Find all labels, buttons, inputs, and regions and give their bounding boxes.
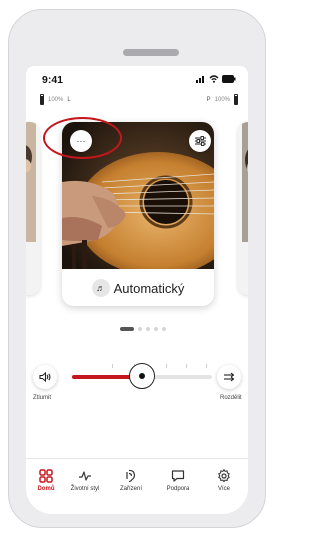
right-battery-icon — [234, 94, 238, 105]
left-side-label: L — [67, 96, 71, 103]
next-card-photo — [238, 122, 248, 295]
volume-tick — [206, 364, 207, 368]
phone-speaker — [123, 49, 179, 56]
split-icon — [224, 372, 235, 382]
wifi-icon — [209, 75, 219, 83]
pager-dot[interactable] — [154, 327, 158, 331]
sliders-icon — [194, 136, 206, 146]
volume-slider-thumb[interactable] — [129, 363, 155, 389]
mute-label: Ztlumit — [33, 395, 51, 401]
right-hearing-aid-battery: P 100% — [207, 94, 238, 105]
tab-home[interactable]: Domů — [26, 469, 67, 492]
tab-more-label: Více — [217, 486, 230, 492]
right-battery-percent: 100% — [214, 96, 230, 103]
volume-tick — [186, 364, 187, 368]
tab-support[interactable]: Podpora — [157, 469, 199, 492]
volume-tick — [112, 364, 113, 368]
hearing-aid-icon — [126, 469, 136, 483]
split-button[interactable] — [217, 365, 241, 389]
mute-button[interactable] — [33, 365, 57, 389]
pager-dot[interactable] — [138, 327, 142, 331]
bottom-tab-bar: Domů Životní styl Zařízení Podpora Více — [26, 458, 248, 514]
annotation-highlight-ring — [43, 117, 122, 159]
tab-more[interactable]: Více — [203, 469, 245, 492]
right-side-label: P — [206, 96, 211, 103]
tab-home-label: Domů — [37, 486, 55, 492]
music-note-icon: ♬ — [91, 279, 110, 297]
previous-program-card[interactable] — [26, 122, 40, 295]
tab-lifestyle-label: Životní styl — [70, 486, 100, 492]
speaker-icon — [39, 372, 51, 382]
volume-tick — [166, 364, 167, 368]
left-battery-percent: 100% — [48, 96, 64, 103]
tab-devices[interactable]: Zařízení — [110, 469, 152, 492]
pager-dot-active[interactable] — [120, 327, 134, 331]
grid-icon — [39, 469, 53, 483]
status-time: 9:41 — [42, 74, 64, 86]
split-label: Rozdělit — [220, 395, 242, 401]
tab-devices-label: Zařízení — [119, 486, 142, 492]
program-label: Automatický — [113, 280, 185, 296]
previous-card-photo — [26, 122, 40, 295]
tab-support-label: Podpora — [166, 486, 190, 492]
program-selector[interactable]: ♬ Automatický — [62, 279, 214, 297]
status-icons — [196, 74, 236, 84]
chat-icon — [171, 470, 185, 482]
signal-icon — [196, 76, 204, 83]
next-program-card[interactable] — [238, 122, 248, 295]
pager-dot[interactable] — [146, 327, 150, 331]
left-hearing-aid-battery: 100% L — [40, 94, 71, 105]
program-pager[interactable] — [120, 327, 166, 331]
tab-lifestyle[interactable]: Životní styl — [64, 469, 106, 492]
thumb-dot — [139, 373, 145, 379]
left-battery-icon — [40, 94, 44, 105]
battery-icon — [222, 75, 236, 83]
gear-icon — [218, 469, 230, 483]
activity-icon — [79, 471, 91, 481]
pager-dot[interactable] — [162, 327, 166, 331]
app-screen: 9:41 100% L P 100% ··· ♬ Automatický Ztl… — [26, 66, 248, 514]
program-settings-button[interactable] — [189, 130, 211, 152]
